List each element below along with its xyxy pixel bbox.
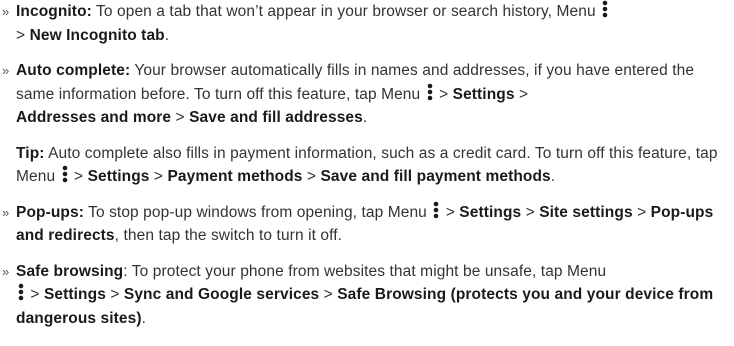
list-item-auto-complete: » Auto complete: Your browser automatical… [0, 59, 734, 130]
list-item-safe-browsing: » Safe browsing: To protect your phone fr… [0, 260, 734, 331]
tip-paragraph: Tip: Auto complete also fills in payment… [16, 144, 718, 186]
bullet: » [2, 204, 10, 220]
vertical-three-dots-icon [602, 0, 608, 18]
vertical-three-dots-icon [18, 283, 24, 301]
bullet: » [2, 63, 10, 78]
bullet: » [2, 263, 10, 279]
list-item-incognito: » Incognito: To open a tab that won’t app… [0, 0, 734, 47]
vertical-three-dots-icon [427, 83, 432, 100]
document-body: » Incognito: To open a tab that won’t app… [0, 0, 734, 330]
vertical-three-dots-icon [434, 201, 439, 218]
term-incognito: Incognito: [16, 3, 92, 20]
term-tip: Tip: [16, 144, 45, 162]
term-pop-ups: Pop-ups: [16, 203, 84, 221]
incognito-target: New Incognito tab [29, 26, 165, 44]
term-auto-complete: Auto complete: [16, 62, 131, 79]
list-item-pop-ups: » Pop-ups: To stop pop-up windows from op… [0, 201, 734, 248]
vertical-three-dots-icon [62, 165, 67, 183]
bullet: » [2, 4, 10, 19]
term-safe-browsing: Safe browsing [16, 262, 124, 280]
